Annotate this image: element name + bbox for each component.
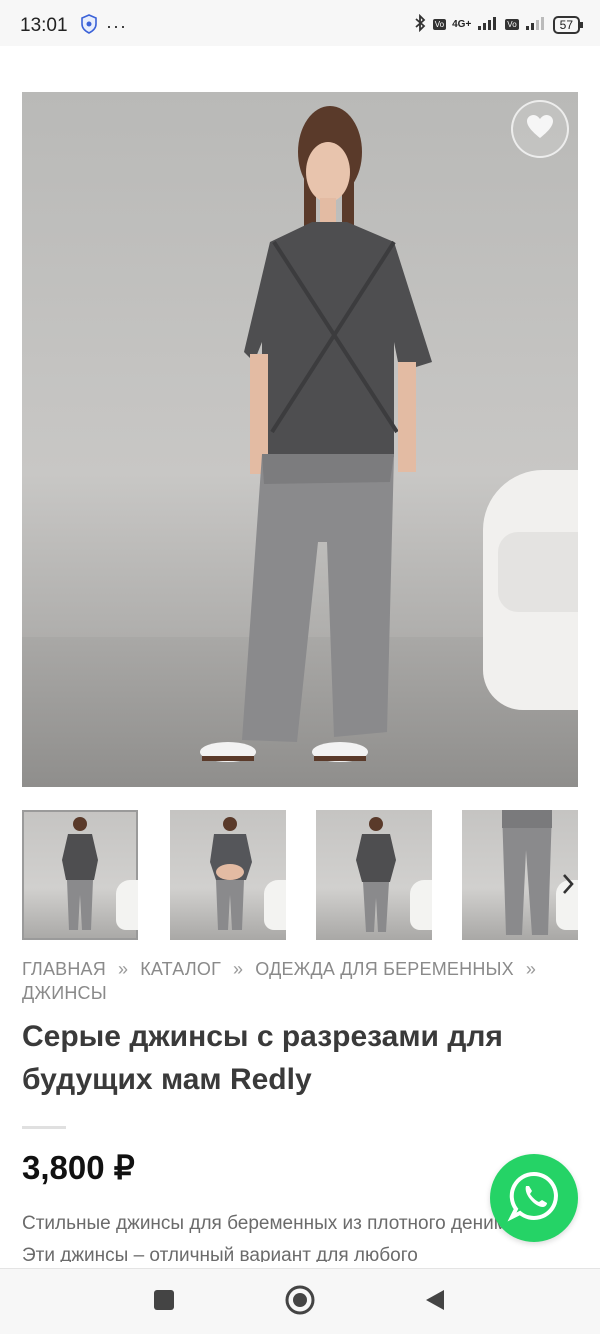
square-icon [153, 1289, 175, 1316]
favorite-button[interactable] [511, 100, 569, 158]
shield-icon [80, 14, 98, 39]
thumbnail-3-sofa [410, 880, 432, 930]
recents-button[interactable] [147, 1285, 181, 1319]
product-price: 3,800 ₽ [22, 1149, 135, 1186]
network-type: 4G+ [452, 19, 472, 30]
thumbnail-2-sofa [264, 880, 286, 930]
breadcrumb-separator: » [525, 959, 537, 979]
thumbnail-3[interactable] [316, 810, 432, 940]
heart-icon [526, 114, 554, 145]
triangle-back-icon [424, 1288, 446, 1317]
thumbnail-strip [22, 810, 578, 942]
thumbnail-1[interactable] [22, 810, 138, 940]
signal-icon [477, 16, 499, 33]
system-nav-bar [0, 1268, 600, 1334]
status-bar: 13:01 ··· Vo 4G+ Vo 57 [0, 0, 600, 46]
status-time: 13:01 [20, 15, 68, 36]
breadcrumb-maternity-clothing[interactable]: ОДЕЖДА ДЛЯ БЕРЕМЕННЫХ [255, 959, 514, 979]
whatsapp-icon [507, 1169, 561, 1228]
breadcrumb: ГЛАВНАЯ » КАТАЛОГ » ОДЕЖДА ДЛЯ БЕРЕМЕННЫХ » ДЖ… [22, 957, 582, 1005]
status-right-icons: Vo 4G+ Vo 57 [413, 13, 584, 35]
breadcrumb-separator: » [117, 959, 129, 979]
thumbnail-1-sofa [116, 880, 138, 930]
whatsapp-chat-button[interactable] [490, 1154, 578, 1242]
more-dots: ··· [106, 16, 127, 36]
bluetooth-icon [413, 13, 427, 35]
back-button[interactable] [418, 1285, 452, 1319]
product-main-image[interactable] [22, 92, 578, 787]
thumbnail-2[interactable] [170, 810, 286, 940]
breadcrumb-home[interactable]: ГЛАВНАЯ [22, 959, 106, 979]
circle-home-icon [285, 1285, 315, 1320]
battery-indicator: 57 [552, 15, 584, 34]
breadcrumb-separator: » [233, 959, 244, 979]
title-divider [22, 1126, 66, 1129]
model-figure [200, 106, 432, 762]
breadcrumb-jeans[interactable]: ДЖИНСЫ [22, 983, 107, 1003]
volte-icon-2: Vo [505, 19, 519, 30]
breadcrumb-catalog[interactable]: КАТАЛОГ [140, 959, 221, 979]
thumbnail-next-button[interactable] [556, 866, 580, 906]
home-button[interactable] [283, 1285, 317, 1319]
signal-icon-2 [525, 16, 547, 33]
product-title: Серые джинсы с разрезами для будущих мам… [22, 1020, 503, 1096]
chevron-right-icon [561, 873, 575, 900]
volte-icon: Vo [432, 19, 447, 30]
status-left-icons: ··· [80, 14, 127, 39]
